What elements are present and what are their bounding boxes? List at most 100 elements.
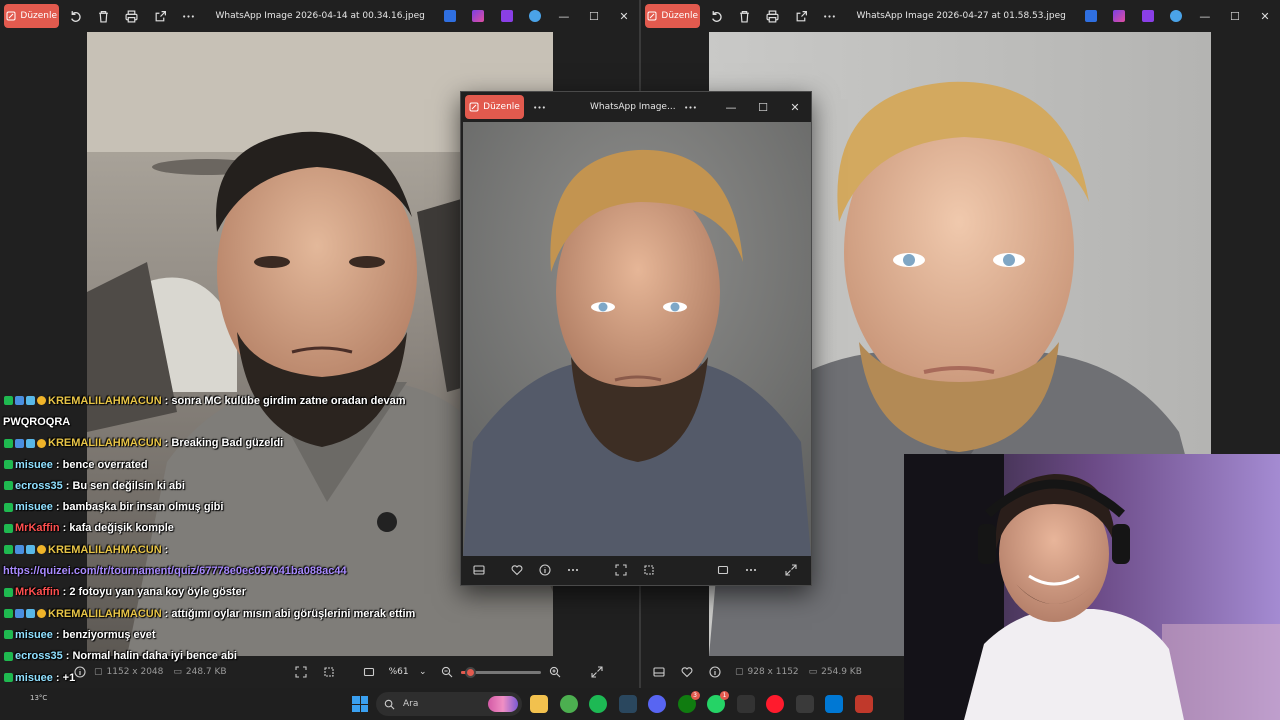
weather-widget[interactable]: 13°C [30, 694, 47, 702]
chat-overlay: KREMALILAHMACUN: sonra MC kulübe girdim … [0, 390, 430, 720]
share-icon[interactable] [787, 0, 815, 32]
photoshop-app-icon[interactable] [1077, 0, 1105, 32]
chat-link[interactable]: https://quizei.com/tr/tournament/quiz/67… [3, 565, 347, 577]
steam-taskbar-icon[interactable] [618, 695, 637, 713]
crop-icon[interactable] [607, 554, 635, 586]
search-box[interactable]: Ara [376, 692, 522, 716]
chat-username[interactable]: ecross35 [15, 650, 63, 662]
favorite-icon[interactable] [503, 554, 531, 586]
chat-badge-icon [4, 460, 13, 470]
share-icon[interactable] [146, 0, 174, 32]
chat-message: PWQROQRA [0, 411, 430, 432]
more-options-icon[interactable] [737, 554, 765, 586]
rotate-icon[interactable] [702, 0, 730, 32]
close-icon[interactable]: ✕ [1250, 0, 1280, 32]
chat-badge-icon [4, 587, 13, 597]
chat-message-text: : bence overrated [55, 458, 148, 471]
print-icon[interactable] [759, 0, 787, 32]
image-filesize: ▭ 254.9 KB [808, 667, 862, 677]
window-title: WhatsApp Image 2026-04-14 at 00.34.16.jp… [215, 11, 425, 21]
fullscreen-icon[interactable] [777, 554, 805, 586]
maximize-icon[interactable]: ☐ [579, 0, 609, 32]
zoom-slider-thumb[interactable] [465, 667, 477, 678]
chat-badge-icon [4, 502, 13, 512]
maximize-icon[interactable]: ☐ [1220, 0, 1250, 32]
print-icon[interactable] [118, 0, 146, 32]
start-button[interactable] [352, 696, 368, 712]
delete-icon[interactable] [731, 0, 759, 32]
chat-username[interactable]: KREMALILAHMACUN [48, 395, 162, 407]
chat-username[interactable]: misuee [15, 629, 53, 641]
chat-badge-icon [37, 396, 46, 406]
chat-username[interactable]: MrKaffin [15, 586, 60, 598]
chat-username[interactable]: KREMALILAHMACUN [48, 544, 162, 556]
select-icon[interactable] [635, 554, 663, 586]
photo-viewer-popup: Düzenle WhatsApp Image... — ☐ ✕ [460, 91, 812, 586]
filmstrip-icon[interactable] [465, 554, 493, 586]
chat-message-text: : benziyormuş evet [55, 628, 156, 641]
zoom-in-icon[interactable] [541, 656, 569, 688]
more-options-icon[interactable] [174, 0, 202, 32]
photoshop-app-icon[interactable] [436, 0, 464, 32]
epic-games-taskbar-icon[interactable] [736, 695, 755, 713]
chat-username[interactable]: KREMALILAHMACUN [48, 437, 162, 449]
chat-badge-icon [15, 438, 24, 448]
editor-app-icon[interactable] [464, 0, 492, 32]
game-taskbar-icon[interactable] [854, 695, 873, 713]
maximize-icon[interactable]: ☐ [747, 91, 779, 123]
store-taskbar-icon[interactable] [825, 695, 843, 713]
chat-badge-icon [4, 396, 13, 406]
more-options-icon[interactable] [815, 0, 843, 32]
spotify-taskbar-icon[interactable] [589, 695, 607, 713]
minimize-icon[interactable]: — [715, 91, 747, 123]
chat-username[interactable]: KREMALILAHMACUN [48, 608, 162, 620]
close-icon[interactable]: ✕ [609, 0, 639, 32]
chat-message-text: : kafa değişik komple [62, 522, 174, 535]
chat-username[interactable]: ecross35 [15, 480, 63, 492]
more-options-icon[interactable] [676, 91, 706, 123]
filmstrip-icon[interactable] [645, 656, 673, 688]
weather-temperature: 13°C [30, 694, 48, 702]
opera-taskbar-icon[interactable] [766, 695, 784, 713]
chat-username[interactable]: misuee [15, 501, 53, 513]
obs-taskbar-icon[interactable] [795, 695, 814, 713]
delete-icon[interactable] [90, 0, 118, 32]
edit-label: Düzenle [661, 11, 699, 21]
edit-button[interactable]: Düzenle [645, 4, 701, 28]
info-icon[interactable] [701, 656, 729, 688]
clipchamp-app-icon[interactable] [1133, 0, 1161, 32]
chat-badge-icon [4, 651, 13, 661]
edit-icon [469, 102, 479, 112]
chat-message: https://quizei.com/tr/tournament/quiz/67… [0, 560, 430, 581]
chat-username[interactable]: misuee [15, 459, 53, 471]
chat-message: misuee: bambaşka bir insan olmuş gibi [0, 496, 430, 517]
zoom-slider[interactable] [460, 664, 541, 680]
zoom-out-icon[interactable] [433, 656, 461, 688]
chat-badge-icon [26, 609, 35, 619]
chat-username[interactable]: MrKaffin [15, 522, 60, 534]
onedrive-app-icon[interactable] [521, 0, 549, 32]
chat-username[interactable]: misuee [15, 672, 53, 684]
chat-message: misuee: bence overrated [0, 454, 430, 475]
edit-button[interactable]: Düzenle [4, 4, 60, 28]
editor-app-icon[interactable] [1105, 0, 1133, 32]
rotate-icon[interactable] [61, 0, 89, 32]
more-options-icon[interactable] [524, 91, 554, 123]
fit-screen-icon[interactable] [709, 554, 737, 586]
close-icon[interactable]: ✕ [779, 91, 811, 123]
file-explorer-taskbar-icon[interactable] [530, 695, 548, 713]
minimize-icon[interactable]: — [1190, 0, 1220, 32]
edit-button[interactable]: Düzenle [465, 95, 524, 119]
fullscreen-icon[interactable] [583, 656, 611, 688]
info-icon[interactable] [531, 554, 559, 586]
minimize-icon[interactable]: — [549, 0, 579, 32]
more-options-icon[interactable] [559, 554, 587, 586]
favorite-icon[interactable] [673, 656, 701, 688]
whatsapp-taskbar-icon[interactable]: 1 [707, 691, 729, 713]
taskbar: 13°C Ara 3 1 [0, 688, 904, 720]
clipchamp-app-icon[interactable] [492, 0, 520, 32]
onedrive-app-icon[interactable] [1162, 0, 1190, 32]
chrome-taskbar-icon[interactable] [559, 695, 578, 713]
discord-taskbar-icon[interactable] [648, 695, 666, 713]
xbox-taskbar-icon[interactable]: 3 [677, 691, 700, 713]
